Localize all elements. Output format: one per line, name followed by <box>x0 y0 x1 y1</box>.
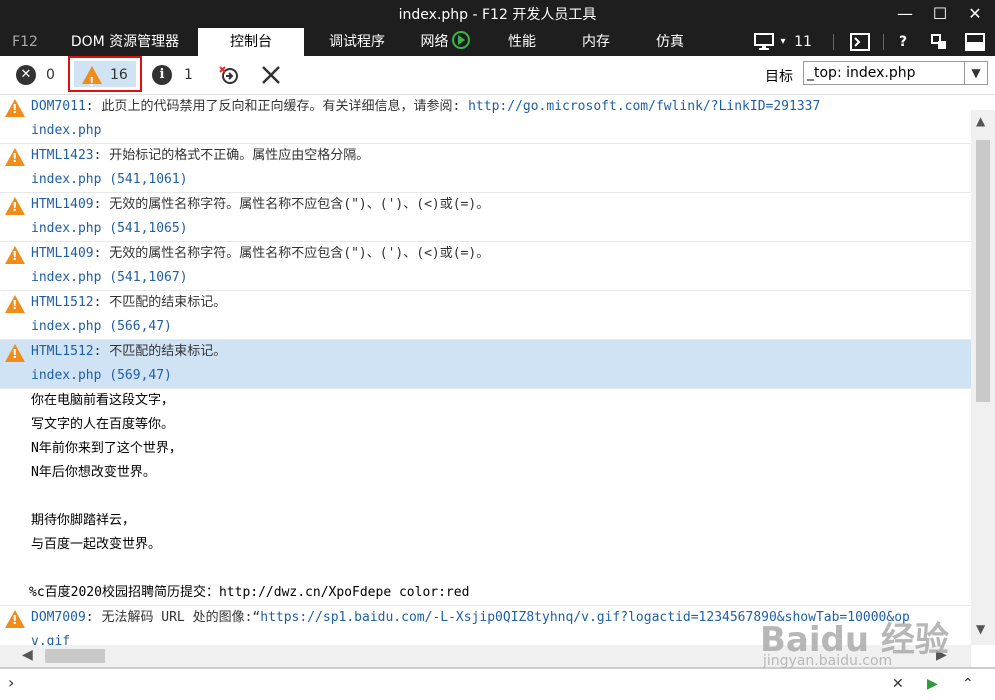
message-code: HTML1409 <box>31 246 94 261</box>
console-message[interactable]: HTML1512: 不匹配的结束标记。 index.php (569,47) <box>0 340 971 389</box>
scroll-thumb[interactable] <box>976 140 990 402</box>
divider <box>883 34 884 50</box>
message-link[interactable]: http://go.microsoft.com/fwlink/?LinkID=2… <box>468 99 820 114</box>
warning-icon <box>5 148 25 166</box>
message-source-link[interactable]: index.php (541,1065) <box>31 217 971 241</box>
message-text: : 不匹配的结束标记。 <box>93 295 227 310</box>
message-text: : 无效的属性名称字符。属性名称不应包含(")、(')、(<)或(=)。 <box>93 246 490 261</box>
warning-icon <box>5 197 25 215</box>
monitor-icon[interactable] <box>752 28 778 56</box>
info-icon: i <box>152 65 172 85</box>
console-message[interactable]: HTML1409: 无效的属性名称字符。属性名称不应包含(")、(')、(<)或… <box>0 193 971 242</box>
console-message[interactable]: HTML1512: 不匹配的结束标记。 index.php (566,47) <box>0 291 971 340</box>
vertical-scrollbar[interactable]: ▲ ▼ <box>971 110 995 645</box>
warning-icon <box>5 99 25 117</box>
tab-emulation[interactable]: 仿真 <box>638 28 702 56</box>
maximize-button[interactable]: ☐ <box>925 3 955 25</box>
screen-count: 11 <box>794 34 812 50</box>
message-code: HTML1512 <box>31 295 94 310</box>
tab-f12[interactable]: F12 <box>0 28 50 56</box>
errors-filter[interactable]: ✕ 0 <box>16 62 60 88</box>
help-icon[interactable]: ? <box>893 28 913 56</box>
scroll-down-icon[interactable]: ▼ <box>976 622 985 636</box>
message-text: : 不匹配的结束标记。 <box>93 344 227 359</box>
clear-on-navigate-icon <box>219 66 238 84</box>
message-source-link[interactable]: index.php <box>31 119 971 143</box>
info-count: 1 <box>184 67 193 83</box>
dock-bottom-icon[interactable] <box>963 28 987 56</box>
clear-console-button[interactable] <box>260 62 284 88</box>
message-text: : 无效的属性名称字符。属性名称不应包含(")、(')、(<)或(=)。 <box>93 197 490 212</box>
message-text: : 无法解码 URL 处的图像:“ <box>85 610 261 625</box>
tab-network-label: 网络 <box>420 34 449 50</box>
chevron-down-icon: ▼ <box>964 62 987 84</box>
window-title: index.php - F12 开发人员工具 <box>398 7 597 23</box>
console-message[interactable]: DOM7011: 此页上的代码禁用了反向和正向缓存。有关详细信息，请参阅: ht… <box>0 95 971 144</box>
tab-dom-explorer[interactable]: DOM 资源管理器 <box>52 28 198 56</box>
log-line: 写文字的人在百度等你。 <box>31 417 175 432</box>
scroll-left-icon[interactable]: ◀ <box>22 647 33 663</box>
log-line: 与百度一起改变世界。 <box>31 537 162 552</box>
message-source-link[interactable]: index.php (541,1067) <box>31 266 971 290</box>
log-line: 期待你脚踏祥云， <box>31 513 136 528</box>
prompt-icon: › <box>8 673 15 692</box>
target-value: _top: index.php <box>807 65 916 81</box>
tab-console[interactable]: 控制台 <box>198 28 304 56</box>
scroll-up-icon[interactable]: ▲ <box>976 114 985 128</box>
message-text: : 此页上的代码禁用了反向和正向缓存。有关详细信息，请参阅: <box>85 99 469 114</box>
play-icon <box>451 31 470 49</box>
title-bar: index.php - F12 开发人员工具 — ☐ ✕ <box>0 0 995 28</box>
console-message[interactable]: HTML1409: 无效的属性名称字符。属性名称不应包含(")、(')、(<)或… <box>0 242 971 291</box>
chevron-down-icon[interactable]: ▾ <box>778 28 788 56</box>
target-label: 目标 <box>765 69 793 85</box>
run-icon[interactable]: ▶ <box>927 676 938 692</box>
tab-performance[interactable]: 性能 <box>490 28 554 56</box>
log-line: N年后你想改变世界。 <box>31 465 156 480</box>
warning-icon <box>5 295 25 313</box>
message-source-link[interactable]: index.php (541,1061) <box>31 168 971 192</box>
message-text: : 开始标记的格式不正确。属性应由空格分隔。 <box>93 148 370 163</box>
tab-debugger[interactable]: 调试程序 <box>312 28 402 56</box>
message-code: HTML1423 <box>31 148 94 163</box>
log-line: N年前你来到了这个世界， <box>31 441 182 456</box>
console-message[interactable]: HTML1423: 开始标记的格式不正确。属性应由空格分隔。 index.php … <box>0 144 971 193</box>
warning-icon <box>5 610 25 628</box>
expand-icon[interactable]: ⌃ <box>962 676 974 692</box>
console-log-output: 你在电脑前看这段文字， 写文字的人在百度等你。 N年前你来到了这个世界， N年后你想改… <box>0 389 971 581</box>
errors-count: 0 <box>46 67 55 83</box>
clear-on-navigate-button[interactable] <box>218 62 242 88</box>
log-line: 你在电脑前看这段文字， <box>31 393 175 408</box>
clear-input-icon[interactable]: ✕ <box>892 676 904 692</box>
watermark-url: jingyan.baidu.com <box>763 653 893 669</box>
warning-icon <box>5 344 25 362</box>
error-icon: ✕ <box>16 65 36 85</box>
undock-icon[interactable] <box>928 28 950 56</box>
clear-icon <box>262 66 280 84</box>
tab-bar: F12 DOM 资源管理器 控制台 调试程序 网络 性能 内存 仿真 ▾ 11 … <box>0 28 995 56</box>
console-toolbar: ✕ 0 16 i 1 目标 _top: index.php ▼ <box>0 56 995 95</box>
console-toggle-icon[interactable] <box>848 28 872 56</box>
message-code: HTML1512 <box>31 344 94 359</box>
tab-network[interactable]: 网络 <box>410 28 480 56</box>
tab-memory[interactable]: 内存 <box>564 28 628 56</box>
minimize-button[interactable]: — <box>890 3 920 25</box>
console-input-bar[interactable]: › ✕ ▶ ⌃ <box>0 667 995 700</box>
message-source-link[interactable]: index.php (569,47) <box>31 364 971 388</box>
close-button[interactable]: ✕ <box>960 3 990 25</box>
target-select[interactable]: _top: index.php ▼ <box>803 61 988 85</box>
console-output: DOM7011: 此页上的代码禁用了反向和正向缓存。有关详细信息，请参阅: ht… <box>0 95 971 645</box>
warning-icon <box>5 246 25 264</box>
message-code: DOM7011 <box>31 99 86 114</box>
divider <box>833 34 834 50</box>
message-source-link[interactable]: index.php (566,47) <box>31 315 971 339</box>
highlight-box <box>68 56 142 92</box>
info-filter[interactable]: i 1 <box>152 62 196 88</box>
scroll-thumb[interactable] <box>45 649 105 663</box>
message-code: HTML1409 <box>31 197 94 212</box>
log-line: %c百度2020校园招聘简历提交：http://dwz.cn/XpoFdepe … <box>0 581 971 606</box>
message-code: DOM7009 <box>31 610 86 625</box>
